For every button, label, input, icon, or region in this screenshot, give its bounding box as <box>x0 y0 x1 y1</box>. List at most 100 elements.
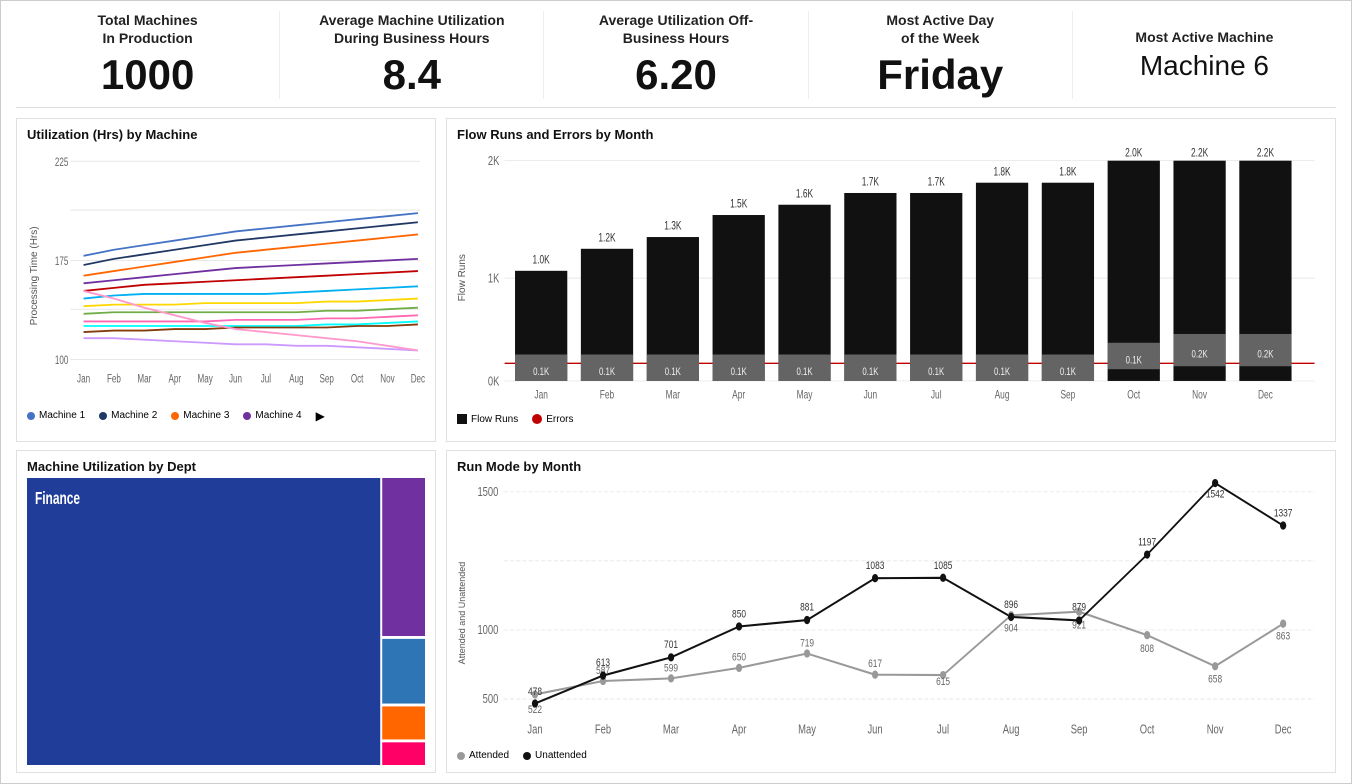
treemap-dept2[interactable] <box>382 478 425 636</box>
charts-area: Utilization (Hrs) by Machine Processing … <box>16 118 1336 773</box>
kpi-total-machines-label: Total MachinesIn Production <box>26 11 269 47</box>
svg-text:0.1K: 0.1K <box>665 366 682 379</box>
svg-text:863: 863 <box>1276 630 1290 642</box>
kpi-total-machines-value: 1000 <box>26 51 269 99</box>
flowruns-sq <box>457 414 467 424</box>
treemap-finance[interactable] <box>27 478 380 765</box>
svg-text:Jun: Jun <box>864 390 877 403</box>
util-svg: 225 175 100 Jan Feb Mar Apr May Jun Jul … <box>40 146 425 405</box>
treemap-dept3[interactable] <box>382 639 425 704</box>
svg-text:225: 225 <box>55 157 69 170</box>
runmode-title: Run Mode by Month <box>457 459 1325 474</box>
svg-text:Sep: Sep <box>1071 723 1088 737</box>
svg-text:1000: 1000 <box>477 624 498 638</box>
legend-next-arrow[interactable]: ▶ <box>316 409 325 423</box>
svg-text:Dec: Dec <box>1258 390 1273 403</box>
svg-text:896: 896 <box>1004 598 1018 610</box>
svg-text:Mar: Mar <box>137 373 151 386</box>
svg-text:Sep: Sep <box>1060 390 1075 403</box>
runmode-y-label: Attended and Unattended <box>457 478 467 747</box>
svg-text:1.7K: 1.7K <box>928 177 945 190</box>
svg-text:0.1K: 0.1K <box>533 366 550 379</box>
svg-text:1.8K: 1.8K <box>993 167 1010 180</box>
svg-text:658: 658 <box>1208 673 1222 685</box>
svg-text:Jan: Jan <box>77 373 90 386</box>
svg-text:613: 613 <box>596 656 610 668</box>
kpi-avg-util-off: Average Utilization Off-Business Hours 6… <box>544 11 808 99</box>
attended-dot <box>457 752 465 760</box>
kpi-avg-util-biz-label: Average Machine UtilizationDuring Busine… <box>290 11 533 47</box>
svg-text:0.1K: 0.1K <box>1126 354 1143 367</box>
bar-svg: 2K 1K 0K 1.0K 0.1K Jan 1.2K <box>468 146 1325 410</box>
legend-machine1: Machine 1 <box>27 410 85 421</box>
svg-text:Jul: Jul <box>931 390 942 403</box>
svg-text:Aug: Aug <box>289 373 304 386</box>
errors-label: Errors <box>546 414 573 425</box>
attended-label: Attended <box>469 750 509 761</box>
svg-text:719: 719 <box>800 637 814 649</box>
svg-text:0K: 0K <box>488 375 500 389</box>
svg-text:Dec: Dec <box>411 373 425 386</box>
util-legend: Machine 1 Machine 2 Machine 3 Machine 4 <box>27 409 425 423</box>
kpi-row: Total MachinesIn Production 1000 Average… <box>16 11 1336 108</box>
svg-text:Oct: Oct <box>1140 723 1155 737</box>
kpi-avg-util-biz-value: 8.4 <box>290 51 533 99</box>
kpi-most-active-machine: Most Active Machine Machine 6 <box>1073 28 1336 82</box>
svg-text:0.1K: 0.1K <box>599 366 616 379</box>
svg-text:2.2K: 2.2K <box>1191 147 1208 160</box>
legend-unattended: Unattended <box>523 750 587 761</box>
svg-text:Feb: Feb <box>600 390 615 403</box>
machine4-label: Machine 4 <box>255 410 301 421</box>
svg-text:0.1K: 0.1K <box>731 366 748 379</box>
kpi-total-machines: Total MachinesIn Production 1000 <box>16 11 280 99</box>
svg-text:175: 175 <box>55 256 69 269</box>
svg-text:1.0K: 1.0K <box>533 255 550 268</box>
svg-text:Feb: Feb <box>595 723 611 737</box>
svg-text:1542: 1542 <box>1206 488 1225 500</box>
legend-errors: Errors <box>532 414 573 425</box>
svg-text:100: 100 <box>55 355 69 368</box>
svg-text:Oct: Oct <box>1127 390 1140 403</box>
svg-text:1337: 1337 <box>1274 507 1293 519</box>
legend-machine3: Machine 3 <box>171 410 229 421</box>
treemap-title: Machine Utilization by Dept <box>27 459 425 474</box>
machine4-dot <box>243 412 251 420</box>
svg-text:Feb: Feb <box>107 373 121 386</box>
svg-text:0.1K: 0.1K <box>1060 366 1077 379</box>
svg-text:881: 881 <box>800 601 814 613</box>
svg-text:850: 850 <box>732 608 746 620</box>
treemap-dept5[interactable] <box>382 742 425 765</box>
svg-text:500: 500 <box>483 693 499 707</box>
unattended-label: Unattended <box>535 750 587 761</box>
svg-text:May: May <box>197 373 213 386</box>
treemap-container: Finance <box>27 478 425 765</box>
charts-right: Flow Runs and Errors by Month Flow Runs … <box>446 118 1336 773</box>
svg-text:Oct: Oct <box>351 373 364 386</box>
util-y-label: Processing Time (Hrs) <box>27 146 40 405</box>
util-chart-title: Utilization (Hrs) by Machine <box>27 127 425 142</box>
svg-text:0.1K: 0.1K <box>928 366 945 379</box>
dashboard: Total MachinesIn Production 1000 Average… <box>0 0 1352 784</box>
kpi-avg-util-off-label: Average Utilization Off-Business Hours <box>554 11 797 47</box>
svg-text:599: 599 <box>664 662 678 674</box>
svg-text:Apr: Apr <box>732 390 745 403</box>
machine3-dot <box>171 412 179 420</box>
svg-text:Jan: Jan <box>534 390 547 403</box>
svg-text:Nov: Nov <box>1192 390 1208 403</box>
util-chart-panel: Utilization (Hrs) by Machine Processing … <box>16 118 436 441</box>
machine2-dot <box>99 412 107 420</box>
treemap-dept4[interactable] <box>382 706 425 739</box>
unattended-dot <box>523 752 531 760</box>
svg-text:Dec: Dec <box>1275 723 1292 737</box>
bar-chart-panel: Flow Runs and Errors by Month Flow Runs … <box>446 118 1336 441</box>
svg-text:2.2K: 2.2K <box>1257 147 1274 160</box>
bar-legend: Flow Runs Errors <box>457 414 1325 425</box>
svg-text:0.1K: 0.1K <box>862 366 879 379</box>
svg-text:1500: 1500 <box>477 485 498 499</box>
svg-text:Nov: Nov <box>1207 723 1224 737</box>
svg-text:Jan: Jan <box>527 723 542 737</box>
errors-dot <box>532 414 542 424</box>
kpi-most-active-day-value: Friday <box>819 51 1062 99</box>
svg-text:Apr: Apr <box>168 373 181 386</box>
legend-machine4: Machine 4 <box>243 410 301 421</box>
